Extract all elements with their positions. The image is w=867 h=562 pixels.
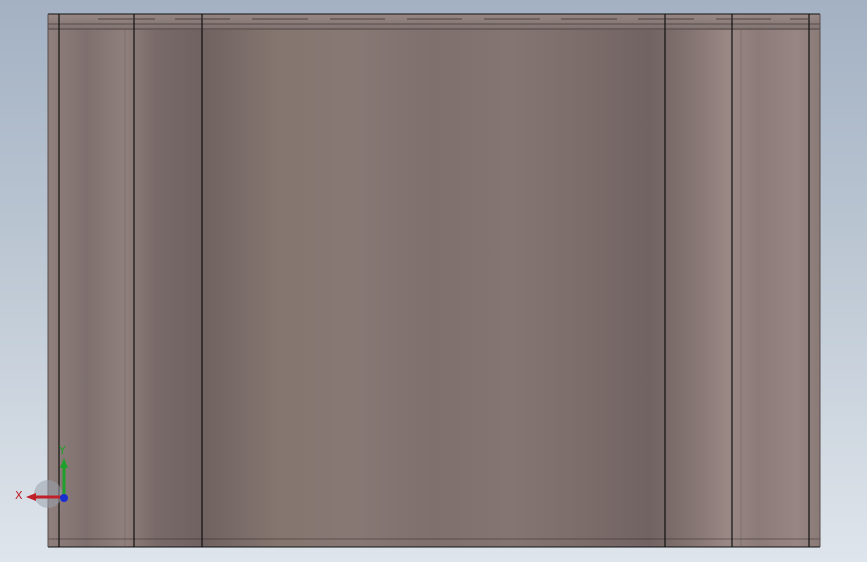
orientation-triad[interactable]: X Y xyxy=(12,440,82,510)
part-body xyxy=(48,14,820,547)
y-axis-label: Y xyxy=(58,444,66,457)
triad-sphere xyxy=(34,480,62,508)
y-axis-arrowhead xyxy=(60,458,68,468)
part-top-band xyxy=(48,14,820,30)
x-axis-arrowhead xyxy=(26,493,36,501)
x-axis-label: X xyxy=(15,489,23,502)
part-model[interactable] xyxy=(0,0,867,562)
graphics-viewport[interactable]: X Y xyxy=(0,0,867,562)
z-axis-dot xyxy=(60,494,68,502)
